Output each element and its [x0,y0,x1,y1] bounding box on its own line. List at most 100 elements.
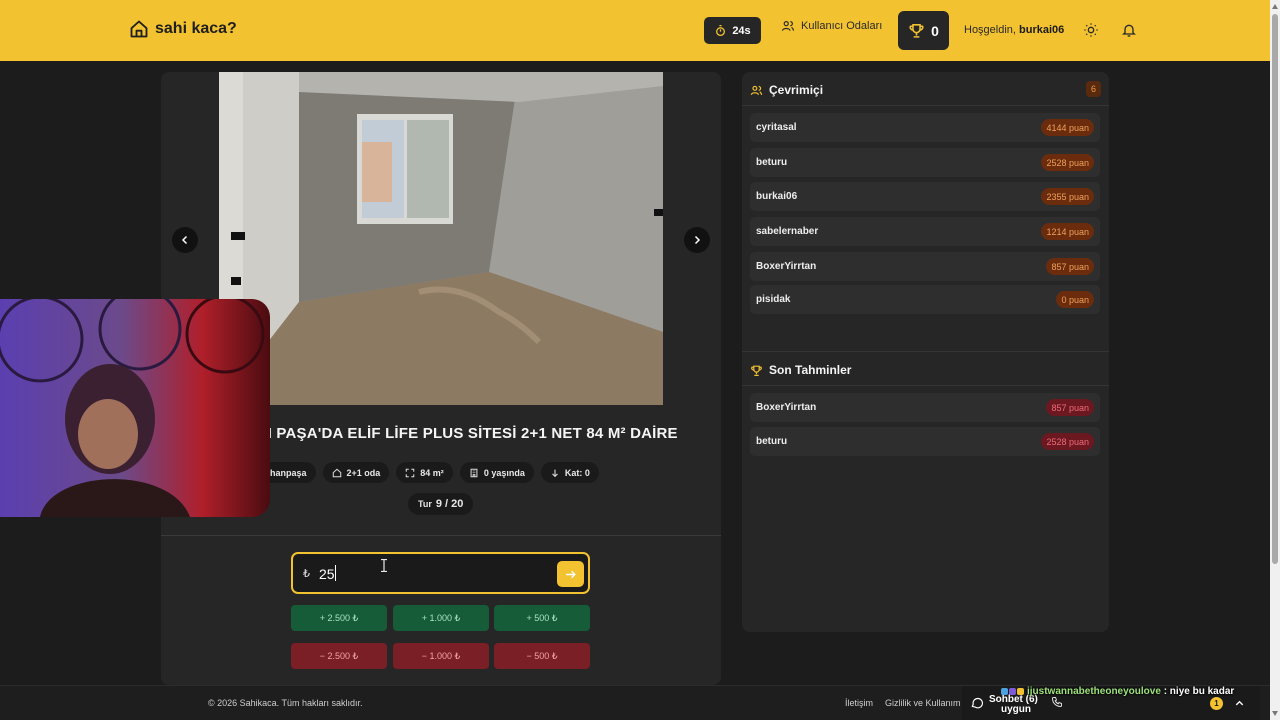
adjust-label: + 500 ₺ [526,612,558,623]
copyright-text: © 2026 Sahikaca. Tüm hakları saklıdır. [208,698,363,708]
user-points-badge: 0 puan [1056,291,1094,308]
currency-symbol: ₺ [303,568,310,580]
trophy-count: 0 [931,22,939,39]
phone-icon[interactable] [1051,696,1063,708]
add-1000-button[interactable]: + 1.000 ₺ [393,605,489,631]
guess-value[interactable]: 25 [319,566,335,582]
chevron-up-icon[interactable] [1234,698,1245,709]
recent-section-title: Son Tahminler [750,363,851,377]
adjust-label: + 2.500 ₺ [319,612,359,623]
stream-chat-overlay: ijustwannabetheoneyoulove : niye bu kada… [1001,686,1234,697]
brand-name: sahi kaca? [155,20,237,37]
sun-icon[interactable] [1083,22,1099,38]
chevron-right-icon [694,235,701,245]
user-name: beturu [756,436,788,447]
expand-icon [406,468,415,477]
guess-points-badge: 2528 puan [1041,433,1094,450]
listing-title: N PAŞA'DA ELİF LİFE PLUS SİTESİ 2+1 NET … [261,425,678,442]
user-name: pisidak [756,294,791,305]
chat-emote-icons [1001,687,1024,695]
brand-logo[interactable]: sahi kaca? [129,19,237,39]
adjust-label: − 1.000 ₺ [421,650,461,661]
user-name: beturu [756,157,788,168]
submit-guess-button[interactable] [557,561,584,587]
feature-label: Kat: 0 [564,467,590,478]
user-rooms-link[interactable]: Kullanıcı Odaları [781,19,882,33]
section-divider [742,385,1109,386]
online-section-title: Çevrimiçi [750,83,823,97]
section-divider [161,535,721,536]
user-points-badge: 4144 puan [1041,119,1094,136]
feature-chip-floor: Kat: 0 [540,462,599,483]
user-points-badge: 2528 puan [1041,154,1094,171]
trophy-button[interactable]: 0 [898,11,949,50]
feature-chip-area: 84 m² [396,462,453,483]
user-points-badge: 1214 puan [1041,223,1094,240]
guess-points-badge: 857 puan [1046,399,1094,416]
section-divider [742,351,1109,352]
adjust-label: + 1.000 ₺ [421,612,461,623]
adjust-label: − 2.500 ₺ [319,650,359,661]
user-name: burkai06 [756,191,798,202]
feature-label: 2+1 oda [346,467,381,478]
online-user-row[interactable]: BoxerYirrtan 857 puan [750,252,1100,281]
text-cursor-icon [381,559,387,572]
subtract-2500-button[interactable]: − 2.500 ₺ [291,643,387,669]
add-500-button[interactable]: + 500 ₺ [494,605,590,631]
scroll-up-icon[interactable] [1272,4,1278,9]
users-icon [781,21,795,31]
home-icon [130,20,148,38]
online-user-row[interactable]: beturu 2528 puan [750,148,1100,177]
feature-label: 0 yaşında [483,467,525,478]
webcam-overlay [0,299,270,517]
subtract-500-button[interactable]: − 500 ₺ [494,643,590,669]
adjust-label: − 500 ₺ [526,650,558,661]
guess-input[interactable]: ₺ 25 [291,552,590,594]
prev-photo-button[interactable] [172,227,198,253]
user-points-badge: 2355 puan [1041,188,1094,205]
listing-photo [219,72,663,405]
user-name: BoxerYirrtan [756,261,817,272]
trophy-icon [751,365,762,376]
trophy-icon [909,24,924,38]
chat-bubble-icon [971,697,984,709]
section-divider [742,105,1109,106]
online-user-row[interactable]: sabelernaber 1214 puan [750,217,1100,246]
round-indicator: Tur 9 / 20 [408,493,474,515]
privacy-link[interactable]: Gizlilik ve Kullanım [885,698,960,708]
next-photo-button[interactable] [684,227,710,253]
chat-unread-badge: 1 [1210,697,1223,710]
arrow-right-icon [566,570,576,578]
contact-link[interactable]: İletişim [845,698,873,708]
scrollbar-thumb[interactable] [1272,14,1278,564]
stopwatch-icon [716,24,726,37]
online-user-row[interactable]: pisidak 0 puan [750,285,1100,314]
bell-icon[interactable] [1121,22,1137,38]
feature-chip-age: 0 yaşında [459,462,534,483]
online-user-row[interactable]: cyritasal 4144 puan [750,113,1100,142]
user-name: sabelernaber [756,226,819,237]
side-panel: Çevrimiçi 6 cyritasal 4144 puan beturu 2… [742,72,1109,632]
round-timer: 24s [704,17,761,44]
page-scrollbar[interactable] [1270,0,1280,720]
timer-value: 24s [732,24,751,37]
feature-chip-rooms: 2+1 oda [322,462,390,483]
rooms-label: Kullanıcı Odaları [801,20,883,32]
chevron-left-icon [181,235,188,245]
welcome-text: Hoşgeldin, burkai06 [964,24,1064,36]
user-points-badge: 857 puan [1046,258,1094,275]
stream-chat-message: : niye bu kadar [1163,686,1235,697]
online-user-row[interactable]: burkai06 2355 puan [750,182,1100,211]
scroll-down-icon[interactable] [1272,711,1278,716]
subtract-1000-button[interactable]: − 1.000 ₺ [393,643,489,669]
listing-features: hanpaşa 2+1 oda 84 m² 0 yaşında Kat: 0 [261,462,599,483]
welcome-prefix: Hoşgeldin, [964,24,1016,36]
add-2500-button[interactable]: + 2.500 ₺ [291,605,387,631]
user-name: BoxerYirrtan [756,402,817,413]
home-icon [332,468,341,477]
online-count-badge: 6 [1086,81,1101,97]
user-name: cyritasal [756,122,797,133]
recent-guess-row: BoxerYirrtan 857 puan [750,393,1100,422]
text-caret [335,565,336,581]
recent-guess-row: beturu 2528 puan [750,427,1100,456]
